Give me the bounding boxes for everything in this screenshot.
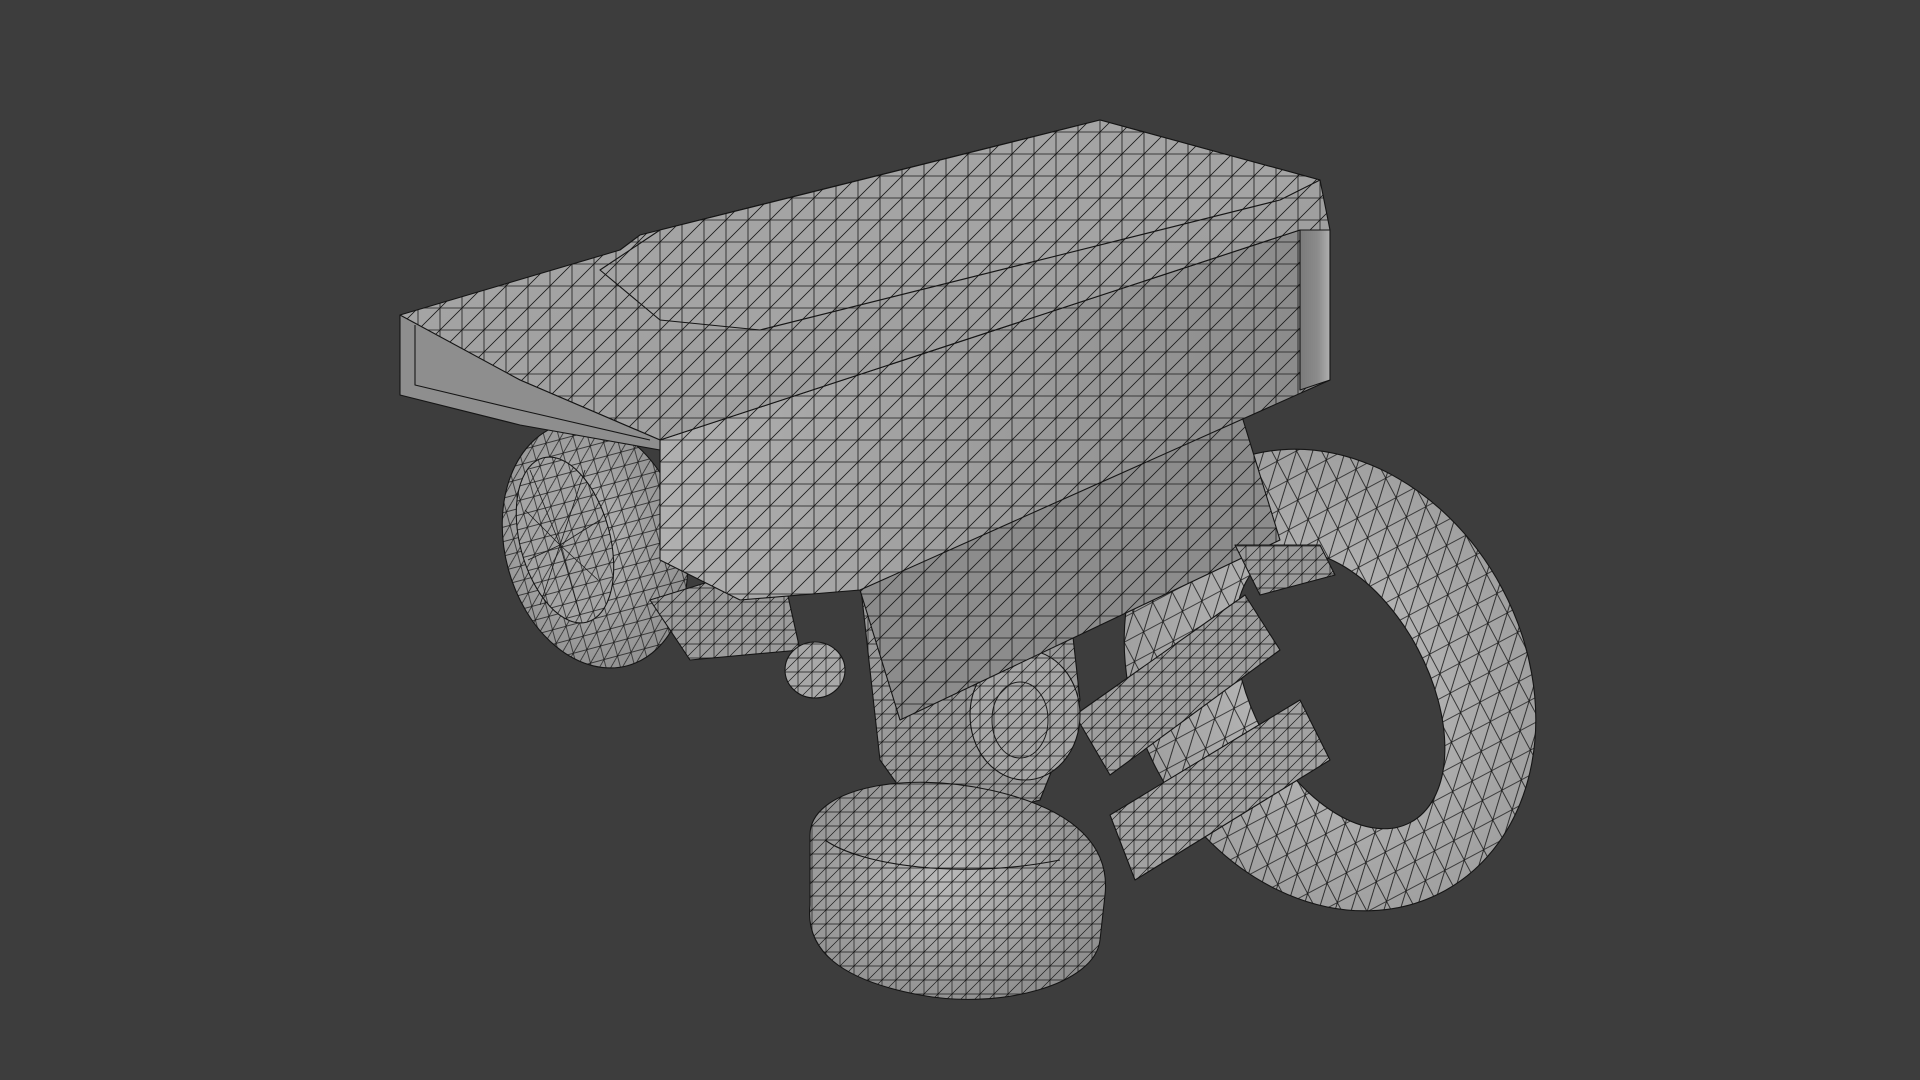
3d-viewport[interactable] bbox=[0, 0, 1920, 1080]
front-wheel bbox=[808, 781, 1107, 1000]
mesh-render[interactable] bbox=[0, 0, 1920, 1080]
